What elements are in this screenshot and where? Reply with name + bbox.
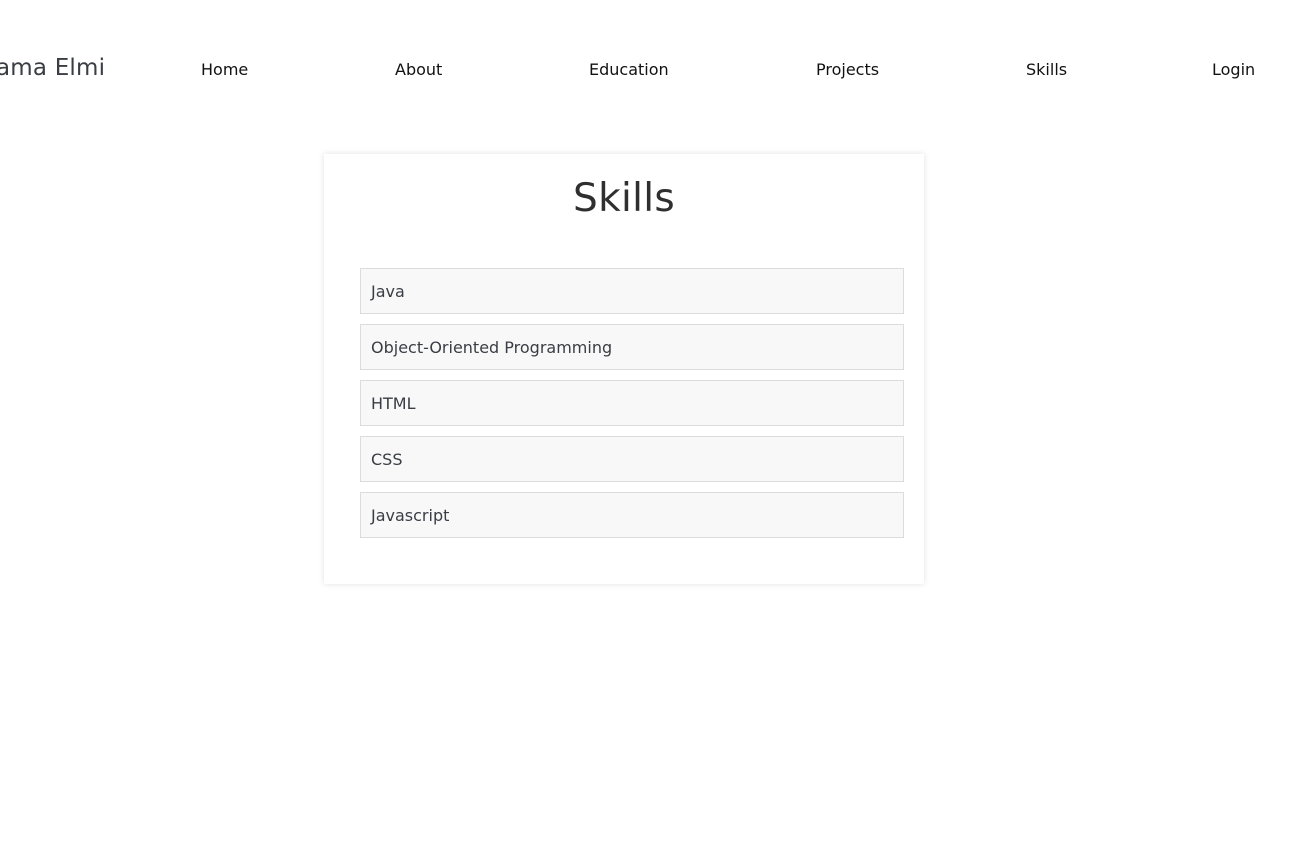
- nav-link-projects[interactable]: Projects: [816, 60, 879, 79]
- skill-item: Javascript: [360, 492, 904, 538]
- nav-link-education[interactable]: Education: [589, 60, 669, 79]
- navbar: ama Elmi Home About Education Projects S…: [0, 0, 1311, 140]
- page-title: Skills: [573, 176, 675, 221]
- nav-link-about[interactable]: About: [395, 60, 442, 79]
- nav-link-skills[interactable]: Skills: [1026, 60, 1067, 79]
- nav-link-home[interactable]: Home: [201, 60, 248, 79]
- skill-list: Java Object-Oriented Programming HTML CS…: [360, 268, 904, 548]
- nav-link-login[interactable]: Login: [1212, 60, 1255, 79]
- skill-item: Object-Oriented Programming: [360, 324, 904, 370]
- skills-card: Skills Java Object-Oriented Programming …: [324, 154, 924, 584]
- skill-item: HTML: [360, 380, 904, 426]
- skill-item: CSS: [360, 436, 904, 482]
- site-brand[interactable]: ama Elmi: [0, 55, 105, 81]
- skill-item: Java: [360, 268, 904, 314]
